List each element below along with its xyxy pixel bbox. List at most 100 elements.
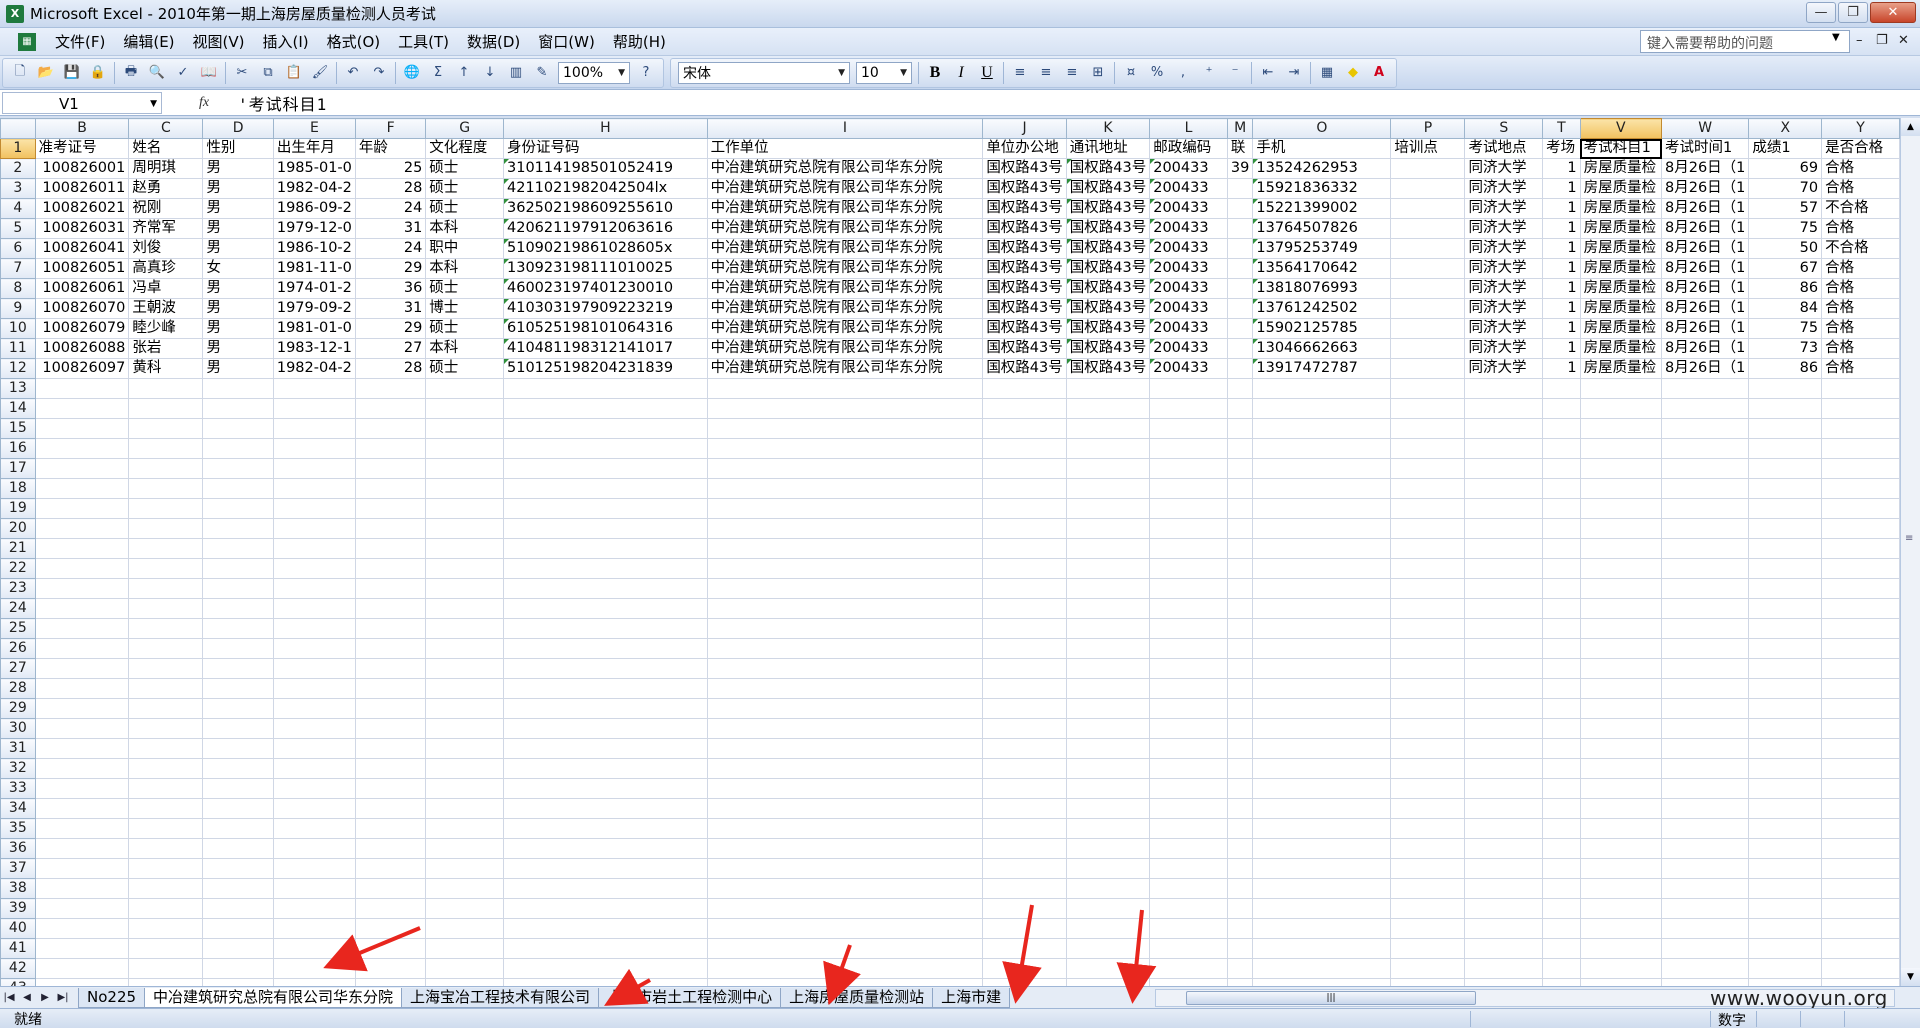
cell-e36[interactable] xyxy=(272,838,356,859)
cell-v26[interactable] xyxy=(1579,638,1663,659)
cell-p21[interactable] xyxy=(1390,538,1466,559)
cell-v38[interactable] xyxy=(1579,878,1663,899)
cell-k4[interactable]: 国权路43号 xyxy=(1065,198,1151,219)
cell-t7[interactable]: 1 xyxy=(1542,258,1581,279)
cell-e29[interactable] xyxy=(272,698,356,719)
cell-g38[interactable] xyxy=(425,878,504,899)
cell-x27[interactable] xyxy=(1748,658,1823,679)
cell-d8[interactable]: 男 xyxy=(202,278,274,299)
cell-o5[interactable]: 13764507826 xyxy=(1252,218,1392,239)
close-button[interactable]: ✕ xyxy=(1870,2,1916,23)
cell-w20[interactable] xyxy=(1660,518,1750,539)
cell-e42[interactable] xyxy=(272,958,356,979)
cell-t13[interactable] xyxy=(1542,378,1581,399)
cell-h4[interactable]: 362502198609255610 xyxy=(503,198,708,219)
cell-j34[interactable] xyxy=(982,798,1067,819)
align-center-icon[interactable]: ≡ xyxy=(1035,62,1057,84)
cell-p11[interactable] xyxy=(1390,338,1466,359)
cell-x36[interactable] xyxy=(1748,838,1823,859)
cell-h21[interactable] xyxy=(503,538,708,559)
cell-i21[interactable] xyxy=(706,538,984,559)
cell-h15[interactable] xyxy=(503,418,708,439)
cell-w15[interactable] xyxy=(1660,418,1750,439)
cell-e23[interactable] xyxy=(272,578,356,599)
cell-g26[interactable] xyxy=(425,638,504,659)
cell-f39[interactable] xyxy=(354,898,427,919)
cell-f35[interactable] xyxy=(354,818,427,839)
cell-g36[interactable] xyxy=(425,838,504,859)
cell-d36[interactable] xyxy=(202,838,274,859)
cell-g39[interactable] xyxy=(425,898,504,919)
cell-b31[interactable] xyxy=(34,738,130,759)
cell-f2[interactable]: 25 xyxy=(354,158,427,179)
cell-l7[interactable]: 200433 xyxy=(1149,258,1228,279)
cell-x3[interactable]: 70 xyxy=(1748,178,1823,199)
cell-d7[interactable]: 女 xyxy=(202,258,274,279)
cell-k41[interactable] xyxy=(1065,938,1151,959)
cell-f8[interactable]: 36 xyxy=(354,278,427,299)
cell-w14[interactable] xyxy=(1660,398,1750,419)
cell-k21[interactable] xyxy=(1065,538,1151,559)
cell-v39[interactable] xyxy=(1579,898,1663,919)
cell-x11[interactable]: 73 xyxy=(1748,338,1823,359)
cell-m29[interactable] xyxy=(1226,698,1254,719)
cell-g27[interactable] xyxy=(425,658,504,679)
cell-b4[interactable]: 100826021 xyxy=(34,198,130,219)
cell-l27[interactable] xyxy=(1149,658,1228,679)
cell-j12[interactable]: 国权路43号 xyxy=(982,358,1067,379)
cell-l43[interactable] xyxy=(1149,978,1228,986)
cell-p30[interactable] xyxy=(1390,718,1466,739)
cell-p14[interactable] xyxy=(1390,398,1466,419)
cell-d1[interactable]: 性别 xyxy=(202,138,274,159)
cell-f30[interactable] xyxy=(354,718,427,739)
cell-w19[interactable] xyxy=(1660,498,1750,519)
column-header-y[interactable]: Y xyxy=(1821,118,1900,139)
cell-m24[interactable] xyxy=(1226,598,1254,619)
cell-c18[interactable] xyxy=(128,478,204,499)
cell-t24[interactable] xyxy=(1542,598,1581,619)
cell-k5[interactable]: 国权路43号 xyxy=(1065,218,1151,239)
cell-v23[interactable] xyxy=(1579,578,1663,599)
cell-y17[interactable] xyxy=(1821,458,1900,479)
column-header-l[interactable]: L xyxy=(1149,118,1228,139)
cell-c36[interactable] xyxy=(128,838,204,859)
cell-v13[interactable] xyxy=(1579,378,1663,399)
cell-t22[interactable] xyxy=(1542,558,1581,579)
cell-v1[interactable]: 考试科目1 xyxy=(1579,138,1663,159)
cell-l2[interactable]: 200433 xyxy=(1149,158,1228,179)
cell-f10[interactable]: 29 xyxy=(354,318,427,339)
cell-s22[interactable] xyxy=(1464,558,1544,579)
cell-k17[interactable] xyxy=(1065,458,1151,479)
cell-p40[interactable] xyxy=(1390,918,1466,939)
cell-x43[interactable] xyxy=(1748,978,1823,986)
sheet-tab-zhongye[interactable]: 中冶建筑研究总院有限公司华东分院 xyxy=(144,987,403,1008)
cell-i35[interactable] xyxy=(706,818,984,839)
cell-h33[interactable] xyxy=(503,778,708,799)
cell-f5[interactable]: 31 xyxy=(354,218,427,239)
cell-p12[interactable] xyxy=(1390,358,1466,379)
cell-g12[interactable]: 硕士 xyxy=(425,358,504,379)
doc-minimize-icon[interactable]: – xyxy=(1856,33,1863,48)
cell-m10[interactable] xyxy=(1226,318,1254,339)
cell-e9[interactable]: 1979-09-2 xyxy=(272,298,356,319)
cell-t19[interactable] xyxy=(1542,498,1581,519)
sort-descending-icon[interactable]: ↓ xyxy=(479,62,501,84)
cell-m31[interactable] xyxy=(1226,738,1254,759)
research-icon[interactable]: 📖 xyxy=(198,62,220,84)
cell-s29[interactable] xyxy=(1464,698,1544,719)
cell-w3[interactable]: 8月26日（1 xyxy=(1660,178,1750,199)
cell-c17[interactable] xyxy=(128,458,204,479)
format-painter-icon[interactable]: 🖌 xyxy=(309,62,331,84)
cell-w6[interactable]: 8月26日（1 xyxy=(1660,238,1750,259)
cell-c16[interactable] xyxy=(128,438,204,459)
cell-e2[interactable]: 1985-01-0 xyxy=(272,158,356,179)
cell-x8[interactable]: 86 xyxy=(1748,278,1823,299)
cell-k35[interactable] xyxy=(1065,818,1151,839)
cell-b11[interactable]: 100826088 xyxy=(34,338,130,359)
cell-m16[interactable] xyxy=(1226,438,1254,459)
cell-v21[interactable] xyxy=(1579,538,1663,559)
cell-b38[interactable] xyxy=(34,878,130,899)
cell-w26[interactable] xyxy=(1660,638,1750,659)
cell-h1[interactable]: 身份证号码 xyxy=(503,138,708,159)
cell-m5[interactable] xyxy=(1226,218,1254,239)
